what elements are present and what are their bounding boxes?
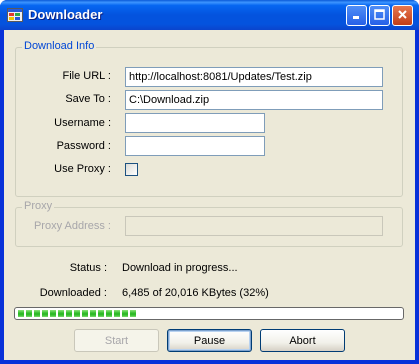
file-url-input[interactable]: http://localhost:8081/Updates/Test.zip: [125, 67, 383, 87]
minimize-icon: [351, 9, 362, 23]
downloaded-value: 6,485 of 20,016 KBytes (32%): [122, 287, 269, 299]
client-area: Download Info File URL : http://localhos…: [4, 30, 415, 360]
progress-block: [122, 310, 128, 317]
minimize-button[interactable]: [346, 5, 367, 26]
maximize-icon: [374, 8, 385, 23]
proxy-address-label: Proxy Address :: [33, 220, 111, 232]
download-info-group-title: Download Info: [22, 40, 97, 52]
username-label: Username :: [54, 117, 111, 129]
app-window-icon: [7, 7, 23, 23]
status-label: Status :: [69, 262, 107, 274]
file-url-label: File URL :: [62, 70, 112, 82]
progress-block: [66, 310, 72, 317]
progress-block: [98, 310, 104, 317]
proxy-group-title: Proxy: [22, 200, 55, 212]
download-progress-bar: [14, 307, 404, 320]
progress-block: [58, 310, 64, 317]
use-proxy-checkbox[interactable]: [125, 163, 138, 176]
progress-block: [42, 310, 48, 317]
proxy-address-input: [125, 216, 383, 236]
progress-block: [18, 310, 24, 317]
pause-button[interactable]: Pause: [167, 329, 252, 352]
window-title: Downloader: [28, 7, 103, 22]
progress-fill: [18, 310, 136, 317]
status-value: Download in progress...: [122, 262, 238, 274]
use-proxy-label: Use Proxy :: [54, 163, 111, 175]
password-input[interactable]: [125, 136, 265, 156]
progress-block: [114, 310, 120, 317]
title-bar[interactable]: Downloader: [0, 0, 419, 30]
maximize-button[interactable]: [369, 5, 390, 26]
progress-block: [106, 310, 112, 317]
progress-block: [90, 310, 96, 317]
abort-button[interactable]: Abort: [260, 329, 345, 352]
password-label: Password :: [56, 140, 111, 152]
save-to-input[interactable]: C:\Download.zip: [125, 90, 383, 110]
downloader-window: Downloader Download Info File URL : http…: [0, 0, 419, 364]
progress-block: [50, 310, 56, 317]
progress-block: [130, 310, 136, 317]
close-button[interactable]: [392, 5, 413, 26]
progress-block: [74, 310, 80, 317]
progress-block: [82, 310, 88, 317]
downloaded-label: Downloaded :: [39, 287, 107, 299]
progress-block: [26, 310, 32, 317]
progress-block: [34, 310, 40, 317]
close-icon: [397, 9, 408, 23]
start-button[interactable]: Start: [74, 329, 159, 352]
save-to-label: Save To :: [65, 93, 111, 105]
username-input[interactable]: [125, 113, 265, 133]
